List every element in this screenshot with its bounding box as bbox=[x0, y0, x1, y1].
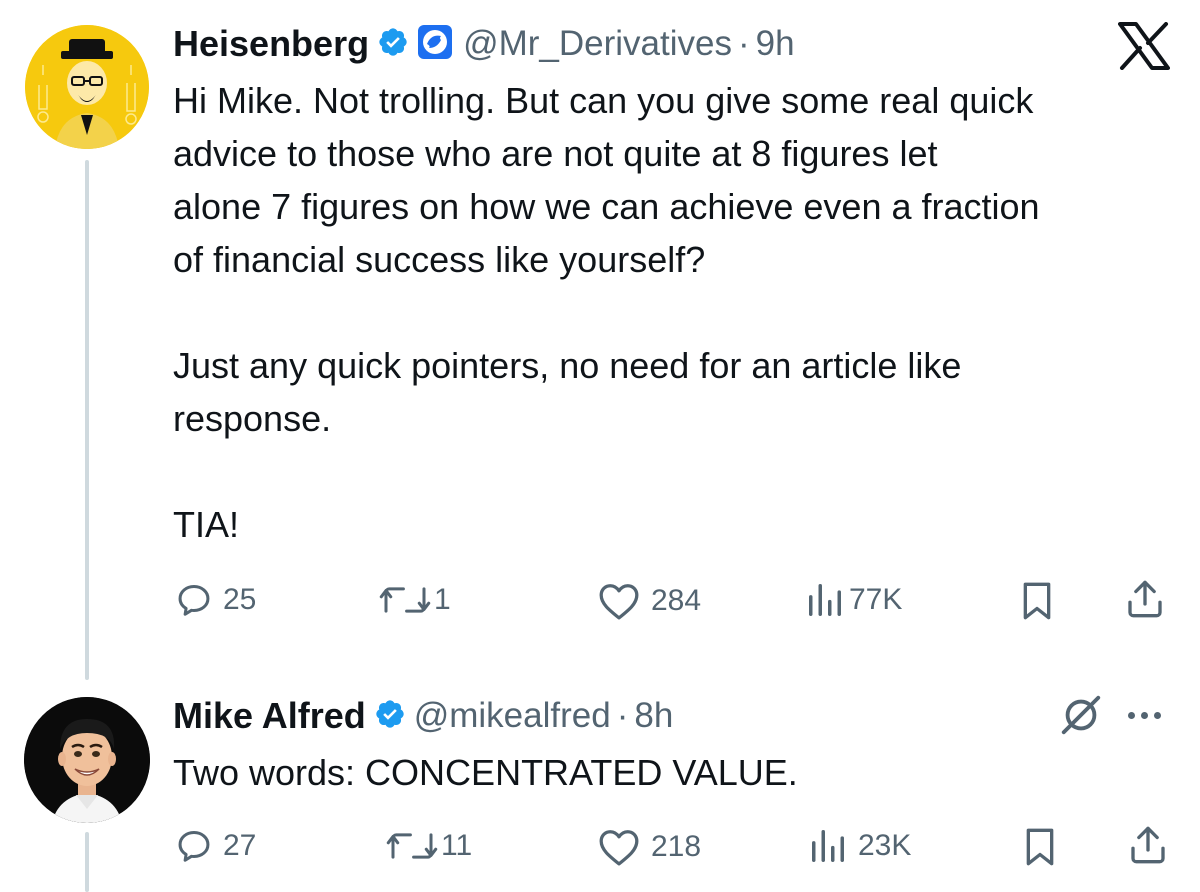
heart-icon bbox=[599, 584, 639, 620]
retweet-button[interactable]: 1 bbox=[378, 581, 451, 619]
reply-button[interactable]: 25 bbox=[175, 581, 256, 619]
tweet-header: Heisenberg @Mr_Derivatives · 9h bbox=[173, 20, 795, 68]
verified-badge-icon bbox=[377, 26, 409, 63]
retweet-button[interactable]: 11 bbox=[385, 827, 472, 865]
bookmark-icon bbox=[1023, 582, 1051, 620]
avatar[interactable] bbox=[25, 25, 149, 149]
bookmark-icon bbox=[1026, 828, 1054, 866]
share-icon bbox=[1128, 580, 1162, 618]
tweet-mike-alfred[interactable]: Mike Alfred @mikealfred · 8h Two words: … bbox=[0, 680, 1200, 892]
retweet-count: 11 bbox=[441, 829, 473, 862]
reply-button[interactable]: 27 bbox=[175, 827, 256, 865]
views-button[interactable]: 77K bbox=[805, 581, 902, 619]
views-icon bbox=[809, 584, 841, 616]
author-name[interactable]: Mike Alfred bbox=[173, 695, 366, 737]
retweet-icon bbox=[386, 833, 438, 859]
views-count: 23K bbox=[858, 829, 912, 862]
tweet-text: Hi Mike. Not trolling. But can you give … bbox=[173, 80, 1040, 545]
reply-count: 27 bbox=[223, 829, 257, 862]
views-count: 77K bbox=[849, 583, 903, 616]
tweet-actions: 25 1 284 77K bbox=[0, 577, 1200, 627]
author-handle[interactable]: @Mr_Derivatives bbox=[463, 24, 732, 64]
share-icon bbox=[1131, 826, 1165, 864]
reply-icon bbox=[178, 831, 210, 862]
reply-icon bbox=[178, 585, 210, 616]
retweet-icon bbox=[379, 587, 431, 613]
mike-avatar-image bbox=[24, 697, 150, 823]
views-button[interactable]: 23K bbox=[808, 827, 911, 865]
author-handle[interactable]: @mikealfred bbox=[414, 696, 611, 736]
grok-icon[interactable] bbox=[1058, 692, 1104, 743]
separator: · bbox=[738, 24, 750, 63]
timestamp[interactable]: 8h bbox=[634, 696, 673, 736]
like-count: 218 bbox=[651, 830, 702, 863]
like-button[interactable]: 218 bbox=[597, 827, 701, 867]
avatar[interactable] bbox=[24, 697, 150, 823]
heart-icon bbox=[599, 830, 639, 866]
reply-count: 25 bbox=[223, 583, 257, 616]
views-icon bbox=[812, 830, 844, 862]
author-name[interactable]: Heisenberg bbox=[173, 23, 369, 65]
bookmark-button[interactable] bbox=[1022, 827, 1058, 867]
bookmark-button[interactable] bbox=[1019, 581, 1055, 621]
like-count: 284 bbox=[651, 584, 702, 617]
share-button[interactable] bbox=[1125, 577, 1165, 621]
tweet-actions: 27 11 218 23K bbox=[0, 825, 1200, 875]
verified-badge-icon bbox=[374, 698, 406, 735]
heisenberg-avatar-image bbox=[25, 25, 149, 149]
x-logo-icon[interactable] bbox=[1118, 22, 1170, 75]
separator: · bbox=[616, 696, 629, 735]
tweet-header: Mike Alfred @mikealfred · 8h bbox=[173, 692, 673, 740]
like-button[interactable]: 284 bbox=[597, 581, 701, 621]
tweet-text: Two words: CONCENTRATED VALUE. bbox=[173, 752, 798, 793]
affiliate-bird-badge-icon[interactable] bbox=[417, 24, 453, 65]
timestamp[interactable]: 9h bbox=[756, 24, 795, 64]
more-icon[interactable] bbox=[1128, 712, 1161, 719]
tweet-heisenberg[interactable]: Heisenberg @Mr_Derivatives · 9h Hi Mike.… bbox=[0, 0, 1200, 680]
share-button[interactable] bbox=[1128, 823, 1168, 867]
retweet-count: 1 bbox=[434, 583, 451, 616]
